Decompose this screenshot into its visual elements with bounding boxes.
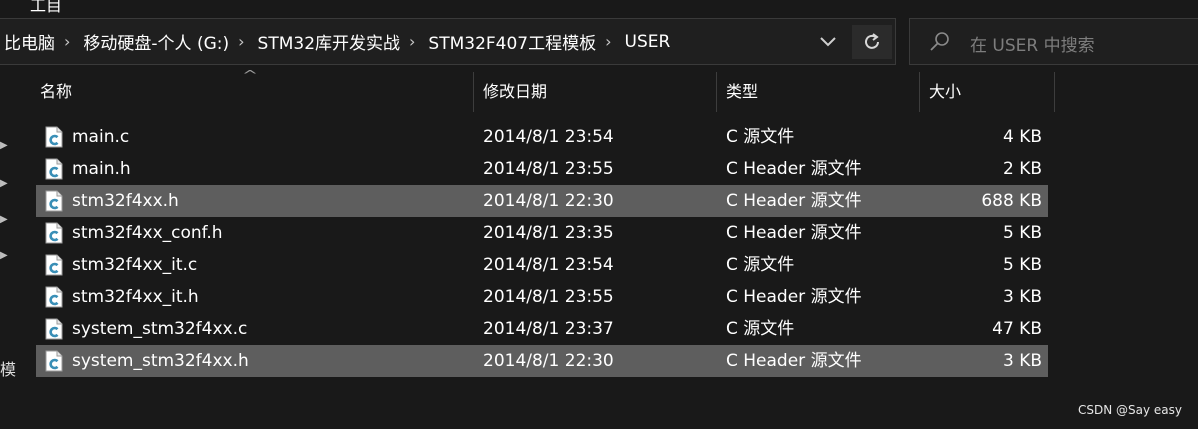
file-type: C Header 源文件 xyxy=(726,191,862,211)
file-name: stm32f4xx_conf.h xyxy=(72,223,223,243)
watermark: CSDN @Say easy xyxy=(1077,403,1182,417)
column-header-date[interactable]: 修改日期 xyxy=(483,72,547,112)
c-file-icon xyxy=(45,126,63,148)
search-placeholder: 在 USER 中搜索 xyxy=(970,36,1095,56)
file-name: main.c xyxy=(72,127,130,147)
nav-expand-chevron-icon[interactable]: ▶ xyxy=(0,140,8,151)
nav-expand-chevron-icon[interactable]: ▶ xyxy=(0,214,8,225)
breadcrumb-separator-icon[interactable]: › xyxy=(600,32,620,51)
search-icon xyxy=(930,32,949,51)
file-name: stm32f4xx_it.h xyxy=(72,287,199,307)
file-size: 3 KB xyxy=(1002,287,1042,307)
file-size: 3 KB xyxy=(1002,351,1042,371)
c-file-icon xyxy=(45,190,63,212)
search-box[interactable]: 在 USER 中搜索 xyxy=(909,18,1198,65)
file-type: C 源文件 xyxy=(726,319,795,339)
file-modified-date: 2014/8/1 23:35 xyxy=(483,223,614,243)
file-row[interactable]: system_stm32f4xx.h 2014/8/1 22:30 C Header… xyxy=(36,345,1048,377)
file-type: C 源文件 xyxy=(726,255,795,275)
file-modified-date: 2014/8/1 23:55 xyxy=(483,159,614,179)
breadcrumb-item-this-pc[interactable]: 比电脑 xyxy=(0,29,59,54)
file-modified-date: 2014/8/1 23:54 xyxy=(483,255,614,275)
file-size: 2 KB xyxy=(1002,159,1042,179)
column-divider[interactable] xyxy=(716,72,717,112)
breadcrumb-item-drive[interactable]: 移动硬盘-个人 (G:) xyxy=(79,29,233,54)
c-file-icon xyxy=(45,158,63,180)
file-name: system_stm32f4xx.h xyxy=(72,351,249,371)
nav-expand-chevron-icon[interactable]: ▶ xyxy=(0,250,8,261)
column-header-type[interactable]: 类型 xyxy=(726,72,758,112)
file-modified-date: 2014/8/1 22:30 xyxy=(483,191,614,211)
file-type: C Header 源文件 xyxy=(726,223,862,243)
file-name: stm32f4xx_it.c xyxy=(72,255,198,275)
window-title-fragment: 工目 xyxy=(30,0,63,15)
file-name: system_stm32f4xx.c xyxy=(72,319,248,339)
file-size: 5 KB xyxy=(1002,223,1042,243)
history-dropdown-button[interactable] xyxy=(812,27,844,57)
refresh-button[interactable] xyxy=(852,25,892,59)
column-divider[interactable] xyxy=(473,72,474,112)
file-modified-date: 2014/8/1 23:55 xyxy=(483,287,614,307)
breadcrumb-item-project[interactable]: STM32F407工程模板 xyxy=(424,29,600,54)
file-row[interactable]: stm32f4xx_it.c 2014/8/1 23:54 C 源文件 5 KB xyxy=(36,249,1048,281)
file-modified-date: 2014/8/1 23:37 xyxy=(483,319,614,339)
c-file-icon xyxy=(45,254,63,276)
file-size: 5 KB xyxy=(1002,255,1042,275)
column-divider[interactable] xyxy=(919,72,920,112)
breadcrumb-separator-icon[interactable]: › xyxy=(404,32,424,51)
window-title-strip: 工目 xyxy=(0,0,1198,15)
file-type: C Header 源文件 xyxy=(726,351,862,371)
file-row[interactable]: stm32f4xx_conf.h 2014/8/1 23:35 C Header 源… xyxy=(36,217,1048,249)
breadcrumb: 比电脑 › 移动硬盘-个人 (G:) › STM32库开发实战 › STM32F… xyxy=(0,19,674,64)
c-file-icon xyxy=(45,350,63,372)
file-size: 47 KB xyxy=(992,319,1042,339)
breadcrumb-separator-icon[interactable]: › xyxy=(233,32,253,51)
file-type: C Header 源文件 xyxy=(726,287,862,307)
breadcrumb-separator-icon[interactable]: › xyxy=(59,32,79,51)
file-modified-date: 2014/8/1 23:54 xyxy=(483,127,614,147)
column-header-name[interactable]: 名称 xyxy=(40,72,72,112)
column-header-size[interactable]: 大小 xyxy=(929,72,961,112)
nav-item-fragment[interactable]: 模 xyxy=(0,356,16,380)
file-row[interactable]: system_stm32f4xx.c 2014/8/1 23:37 C 源文件 47 … xyxy=(36,313,1048,345)
chevron-down-icon xyxy=(820,37,836,47)
breadcrumb-item-folder[interactable]: STM32库开发实战 xyxy=(254,29,404,54)
address-bar[interactable]: 比电脑 › 移动硬盘-个人 (G:) › STM32库开发实战 › STM32F… xyxy=(0,18,896,65)
c-file-icon xyxy=(45,222,63,244)
file-row[interactable]: stm32f4xx.h 2014/8/1 22:30 C Header 源文件 688… xyxy=(36,185,1048,217)
file-row[interactable]: stm32f4xx_it.h 2014/8/1 23:55 C Header 源文件… xyxy=(36,281,1048,313)
column-divider[interactable] xyxy=(1054,72,1055,112)
file-name: stm32f4xx.h xyxy=(72,191,179,211)
file-size: 688 KB xyxy=(981,191,1042,211)
c-file-icon xyxy=(45,318,63,340)
file-row[interactable]: main.h 2014/8/1 23:55 C Header 源文件 2 KB xyxy=(36,153,1048,185)
file-modified-date: 2014/8/1 22:30 xyxy=(483,351,614,371)
file-size: 4 KB xyxy=(1002,127,1042,147)
c-file-icon xyxy=(45,286,63,308)
column-header-row: 名称 修改日期 类型 大小 xyxy=(0,72,1198,112)
file-type: C 源文件 xyxy=(726,127,795,147)
breadcrumb-item-current[interactable]: USER xyxy=(621,32,675,52)
file-row[interactable]: main.c 2014/8/1 23:54 C 源文件 4 KB xyxy=(36,121,1048,153)
file-name: main.h xyxy=(72,159,131,179)
nav-expand-chevron-icon[interactable]: ▶ xyxy=(0,178,8,189)
refresh-icon xyxy=(865,33,879,49)
file-type: C Header 源文件 xyxy=(726,159,862,179)
